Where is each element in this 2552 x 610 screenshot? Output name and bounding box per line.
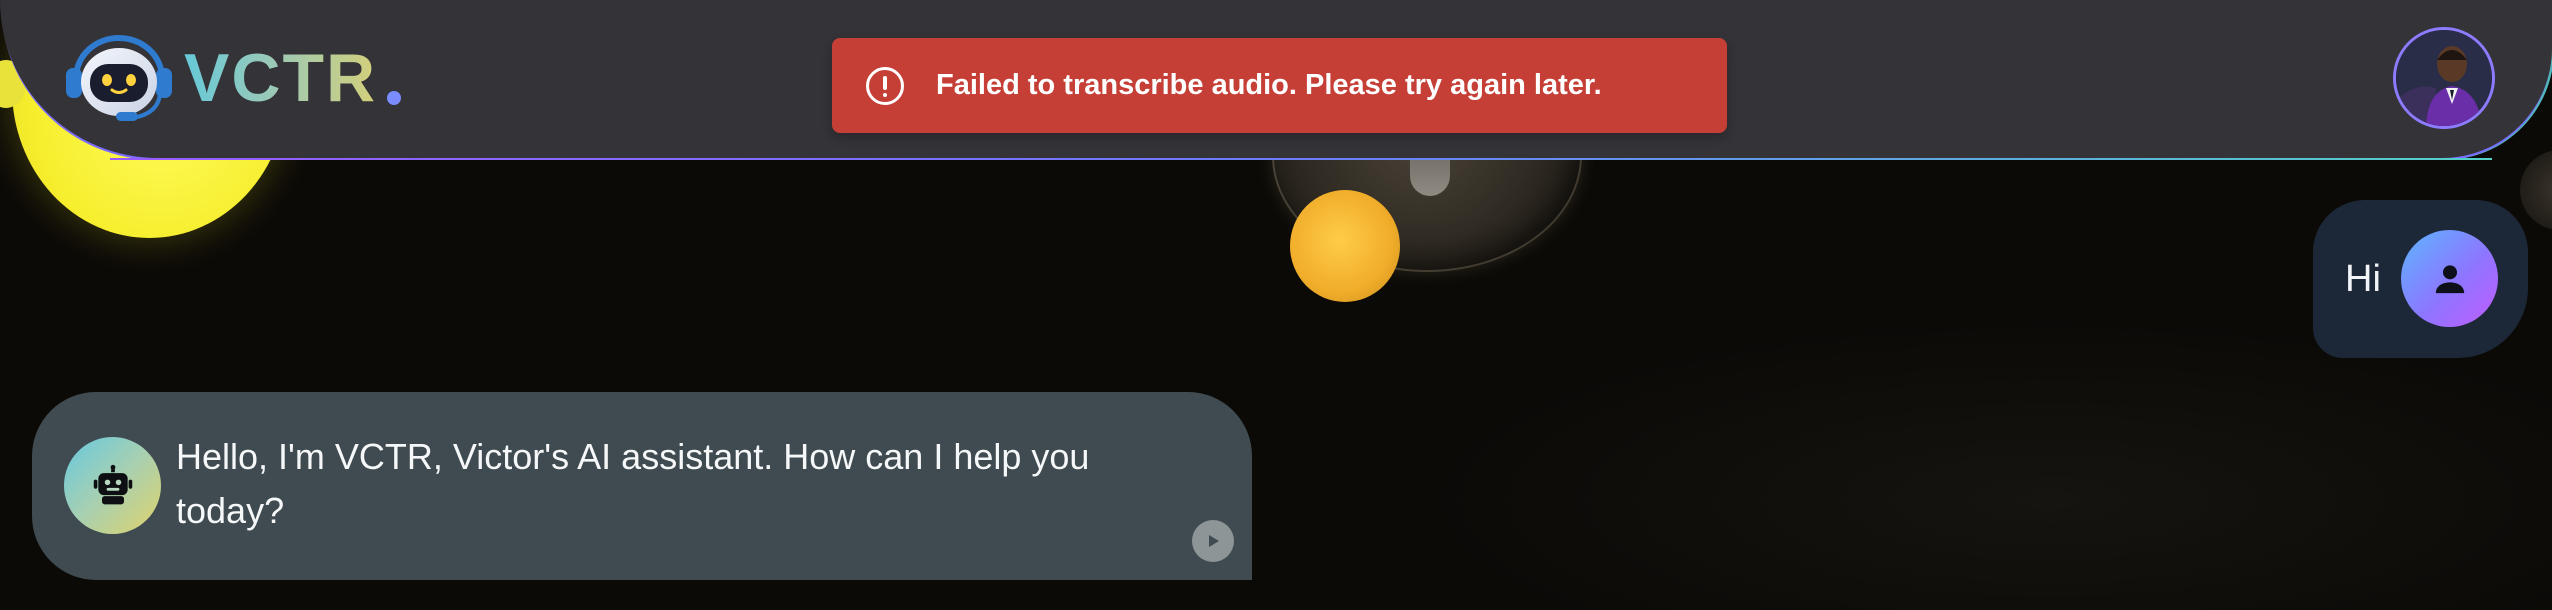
top-header: VCTR Failed to transcribe audio. Please … <box>0 0 2552 160</box>
background-orb-gold <box>1290 190 1400 302</box>
assistant-message-avatar <box>64 437 161 534</box>
assistant-message-bubble: Hello, I'm VCTR, Victor's AI assistant. … <box>32 392 1252 580</box>
user-profile-avatar[interactable] <box>2393 27 2495 129</box>
brand-name: VCTR <box>184 40 378 116</box>
play-icon <box>1209 535 1219 547</box>
robot-icon <box>93 464 132 504</box>
app-stage: VCTR Failed to transcribe audio. Please … <box>0 0 2552 610</box>
play-audio-button[interactable] <box>1192 520 1234 562</box>
error-toast[interactable]: Failed to transcribe audio. Please try a… <box>832 38 1727 133</box>
person-icon <box>2435 264 2464 293</box>
user-message-avatar <box>2401 230 2498 327</box>
assistant-message-text: Hello, I'm VCTR, Victor's AI assistant. … <box>176 436 1090 531</box>
user-message-bubble: Hi <box>2313 200 2528 358</box>
background-orb-right <box>2520 150 2552 230</box>
robot-headset-icon <box>64 32 174 124</box>
user-message-text: Hi <box>2345 257 2381 300</box>
user-photo-avatar <box>2396 30 2492 126</box>
toast-message: Failed to transcribe audio. Please try a… <box>936 69 1602 101</box>
brand-dot <box>387 91 402 105</box>
alert-circle-icon <box>866 66 904 105</box>
brand[interactable]: VCTR <box>64 32 402 124</box>
